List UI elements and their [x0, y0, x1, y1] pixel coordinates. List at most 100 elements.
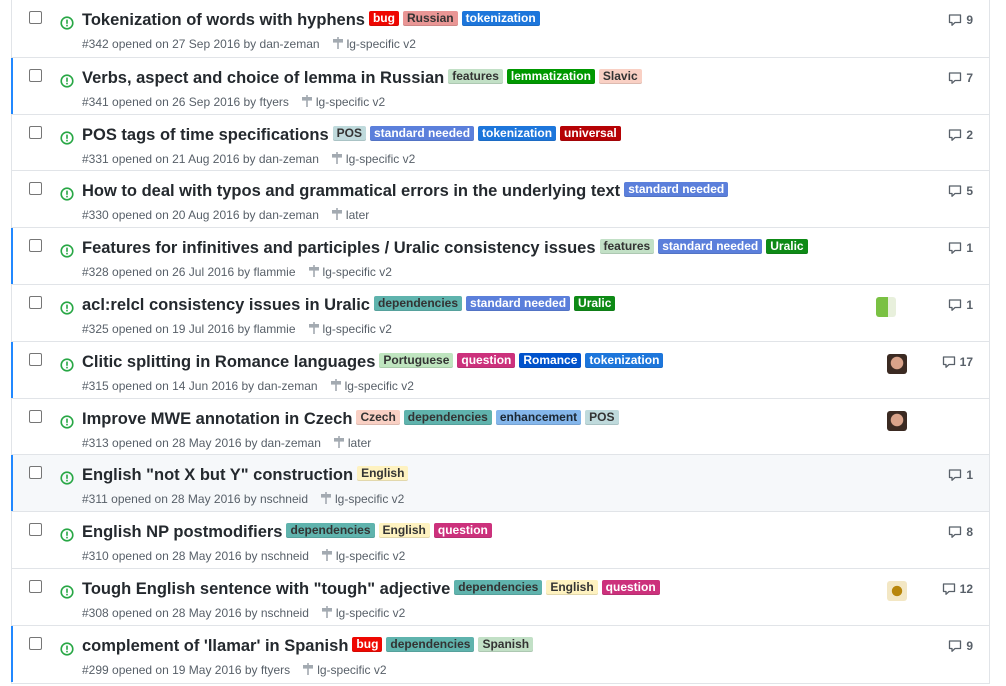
issue-title-link[interactable]: Improve MWE annotation in Czech [82, 410, 352, 428]
assignee-avatar[interactable] [887, 580, 907, 601]
label-badge[interactable]: question [457, 352, 516, 368]
label-badge[interactable]: question [601, 579, 660, 595]
comments-link[interactable]: 7 [948, 71, 973, 85]
label-badge[interactable]: Romance [519, 352, 582, 368]
comments-link[interactable]: 9 [948, 639, 973, 653]
label-badge[interactable]: dependencies [386, 636, 475, 652]
label-badge[interactable]: POS [332, 125, 366, 141]
issue-row[interactable]: POS tags of time specifications POS standa… [12, 113, 989, 171]
comments-link[interactable]: 2 [948, 128, 973, 142]
milestone-link[interactable]: later [333, 435, 371, 450]
label-badge[interactable]: features [448, 68, 503, 84]
label-badge[interactable]: POS [585, 409, 619, 425]
label-badge[interactable]: enhancement [495, 409, 582, 425]
issue-row[interactable]: complement of 'llamar' in Spanish bug depe… [11, 624, 989, 682]
author-link[interactable]: nschneid [261, 606, 309, 620]
milestone-link[interactable]: lg-specific v2 [321, 549, 405, 563]
milestone-link[interactable]: lg-specific v2 [301, 94, 385, 109]
label-badge[interactable]: Spanish [478, 636, 534, 652]
comments-link[interactable]: 8 [948, 525, 973, 539]
milestone-link[interactable]: later [331, 208, 369, 222]
label-badge[interactable]: dependencies [454, 579, 543, 595]
select-checkbox[interactable] [29, 239, 42, 253]
label-badge[interactable]: English [546, 579, 598, 595]
label-badge[interactable]: features [599, 239, 655, 255]
label-badge[interactable]: standard needed [624, 182, 729, 198]
select-checkbox[interactable] [29, 295, 42, 309]
select-checkbox[interactable] [29, 579, 42, 593]
author-link[interactable]: dan-zeman [260, 37, 320, 51]
comments-link[interactable]: 12 [942, 582, 973, 596]
milestone-link[interactable]: lg-specific v2 [330, 378, 414, 393]
issue-title-link[interactable]: Clitic splitting in Romance languages [82, 353, 375, 371]
select-checkbox[interactable] [29, 636, 42, 650]
author-link[interactable]: flammie [254, 265, 296, 279]
label-badge[interactable]: dependencies [373, 295, 463, 311]
milestone-link[interactable]: lg-specific v2 [331, 151, 415, 166]
select-checkbox[interactable] [29, 182, 42, 196]
author-link[interactable]: ftyers [260, 95, 289, 109]
issue-title-link[interactable]: acl:relcl consistency issues in Uralic [82, 296, 370, 314]
label-badge[interactable]: Slavic [598, 68, 642, 84]
label-badge[interactable]: bug [352, 636, 383, 652]
issue-title-link[interactable]: POS tags of time specifications [82, 126, 329, 144]
issue-title-link[interactable]: English NP postmodifiers [82, 523, 282, 541]
assignee-avatar[interactable] [876, 296, 896, 317]
label-badge[interactable]: universal [560, 125, 621, 141]
author-link[interactable]: flammie [254, 322, 296, 336]
issue-row[interactable]: Features for infinitives and participles… [11, 227, 989, 284]
issue-title-link[interactable]: Features for infinitives and participles… [82, 239, 596, 257]
select-checkbox[interactable] [29, 523, 42, 537]
label-badge[interactable]: tokenization [585, 352, 664, 368]
comments-link[interactable]: 9 [948, 13, 973, 27]
issue-row[interactable]: English "not X but Y" construction Englis… [11, 454, 989, 512]
milestone-link[interactable]: lg-specific v2 [320, 492, 404, 506]
author-link[interactable]: nschneid [261, 549, 309, 563]
label-badge[interactable]: Czech [356, 409, 400, 425]
label-badge[interactable]: tokenization [478, 125, 557, 141]
issue-row[interactable]: Tokenization of words with hyphens bug Rus… [12, 0, 989, 57]
label-badge[interactable]: Portuguese [379, 352, 454, 368]
label-badge[interactable]: standard needed [370, 125, 475, 141]
label-badge[interactable]: Uralic [574, 295, 616, 311]
issue-row[interactable]: acl:relcl consistency issues in Uralic de… [12, 283, 989, 341]
label-badge[interactable]: standard needed [466, 295, 571, 311]
author-link[interactable]: dan-zeman [261, 436, 321, 450]
issue-row[interactable]: Clitic splitting in Romance languages Por… [11, 340, 989, 398]
comments-link[interactable]: 1 [948, 241, 973, 255]
select-checkbox[interactable] [29, 11, 42, 24]
author-link[interactable]: ftyers [261, 663, 290, 677]
label-badge[interactable]: English [357, 466, 409, 482]
comments-link[interactable]: 1 [948, 468, 973, 482]
issue-title-link[interactable]: complement of 'llamar' in Spanish [82, 637, 348, 655]
label-badge[interactable]: bug [368, 11, 399, 26]
label-badge[interactable]: question [433, 523, 492, 539]
select-checkbox[interactable] [29, 409, 42, 423]
label-badge[interactable]: English [378, 523, 430, 539]
issue-title-link[interactable]: Tokenization of words with hyphens [82, 11, 365, 29]
issue-row[interactable]: How to deal with typos and grammatical e… [12, 170, 989, 227]
milestone-link[interactable]: lg-specific v2 [302, 662, 387, 677]
comments-link[interactable]: 5 [948, 184, 973, 198]
assignee-avatar[interactable] [887, 353, 907, 374]
label-badge[interactable]: lemmatization [506, 68, 595, 84]
assignee-avatar[interactable] [887, 410, 907, 431]
issue-title-link[interactable]: How to deal with typos and grammatical e… [82, 182, 620, 200]
select-checkbox[interactable] [29, 125, 42, 139]
issue-row[interactable]: English NP postmodifiers dependencies Engl… [12, 511, 989, 568]
author-link[interactable]: dan-zeman [259, 208, 319, 222]
issue-row[interactable]: Tough English sentence with "tough" adje… [12, 567, 989, 625]
milestone-link[interactable]: lg-specific v2 [321, 605, 405, 620]
milestone-link[interactable]: lg-specific v2 [332, 37, 416, 51]
select-checkbox[interactable] [29, 352, 42, 366]
issue-title-link[interactable]: Verbs, aspect and choice of lemma in Rus… [82, 69, 444, 87]
issue-row[interactable]: Verbs, aspect and choice of lemma in Rus… [11, 56, 989, 114]
label-badge[interactable]: standard needed [658, 239, 763, 255]
author-link[interactable]: dan-zeman [259, 152, 319, 166]
select-checkbox[interactable] [29, 466, 42, 480]
author-link[interactable]: dan-zeman [258, 379, 318, 393]
label-badge[interactable]: dependencies [403, 409, 492, 425]
issue-row[interactable]: Improve MWE annotation in Czech Czech depe… [12, 397, 989, 455]
comments-link[interactable]: 17 [942, 355, 973, 369]
issue-title-link[interactable]: English "not X but Y" construction [82, 466, 353, 484]
